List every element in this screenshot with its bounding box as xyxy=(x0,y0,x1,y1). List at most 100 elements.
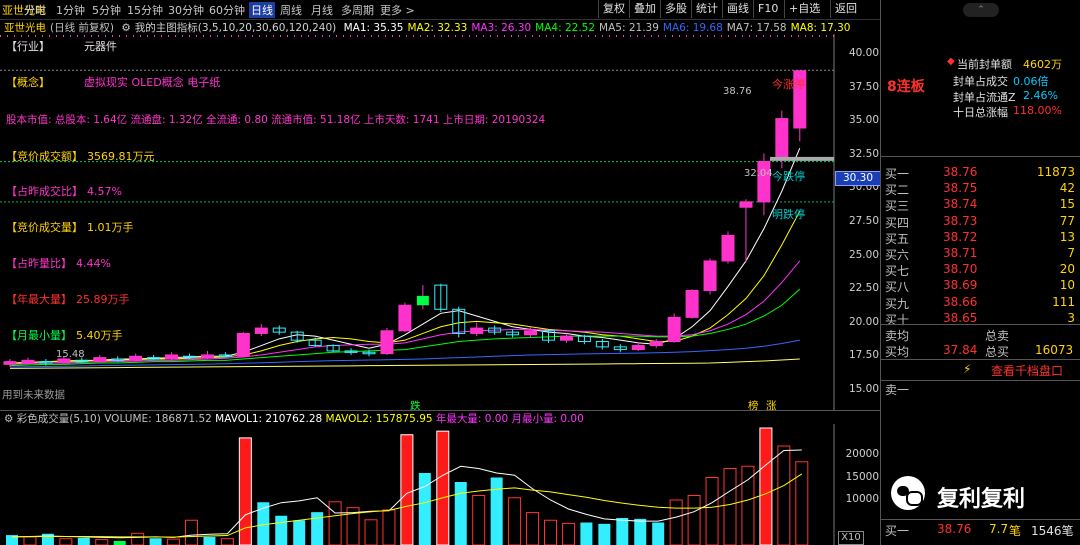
tab-weekly[interactable]: 周线 xyxy=(280,2,302,18)
fuquan-button[interactable]: 复权 xyxy=(598,0,629,18)
bid-row[interactable]: 买六 38.71 7 xyxy=(881,245,1080,262)
ma-value-1: MA1: 35.35 xyxy=(343,22,404,34)
bid-row[interactable]: 买五 38.72 13 xyxy=(881,229,1080,246)
volume-tick: 20000 xyxy=(845,448,879,460)
limit-down-label: 今跌停 xyxy=(772,170,805,183)
volume-bar xyxy=(23,536,37,545)
sealed-amount-label: 当前封单额 xyxy=(957,58,1012,71)
draw-line-button[interactable]: 画线 xyxy=(722,0,753,18)
volume-bar xyxy=(203,536,216,545)
bid-row[interactable]: 买三 38.74 15 xyxy=(881,196,1080,213)
add-watchlist-button[interactable]: +自选 xyxy=(784,0,824,18)
bid-price: 38.65 xyxy=(943,310,978,325)
candle-body xyxy=(398,304,412,332)
volume-bar xyxy=(185,519,198,545)
candle xyxy=(21,357,35,365)
bid-qty: 13 xyxy=(1059,229,1075,244)
volume-bar xyxy=(454,482,467,545)
bid-row[interactable]: 买九 38.66 111 xyxy=(881,294,1080,311)
limit-down-price: 32.04 xyxy=(744,168,773,179)
sell-avg-label: 卖均 xyxy=(885,329,910,343)
candle-body xyxy=(93,357,107,363)
volume-bar xyxy=(741,465,755,545)
volume-bar xyxy=(293,520,306,545)
candle xyxy=(254,324,268,337)
tab-1min[interactable]: 1分钟 xyxy=(56,2,85,18)
sealed-float-value: 2.46% xyxy=(1023,89,1058,102)
bid-row[interactable]: 买四 38.73 77 xyxy=(881,213,1080,230)
bid-price: 38.69 xyxy=(943,278,978,293)
collapse-button[interactable]: ⌃ xyxy=(963,3,999,17)
sealed-float-label: 封单占流通Z xyxy=(953,91,1016,104)
view-ten-depth-row[interactable]: ⚡ 查看千档盘口 xyxy=(881,359,1080,381)
sealed-deal-value: 0.06倍 xyxy=(1013,75,1049,88)
volume-bar xyxy=(544,519,557,545)
candle xyxy=(577,334,591,345)
ma-value-3: MA3: 26.30 xyxy=(471,22,532,34)
f10-button[interactable]: F10 xyxy=(753,0,782,18)
candle-body xyxy=(524,330,538,336)
stats-button[interactable]: 统计 xyxy=(691,0,722,18)
volume-bar xyxy=(328,501,342,545)
bid-row[interactable]: 买一 38.76 11873 xyxy=(881,164,1080,181)
tab-60min[interactable]: 60分钟 xyxy=(209,2,245,18)
candle xyxy=(559,333,573,343)
candle xyxy=(165,352,179,361)
settings-icon[interactable]: ⚙ xyxy=(121,22,130,34)
indicator-title[interactable]: 我的主图指标(3,5,10,20,30,60,120,240) xyxy=(135,22,336,34)
volume-bar xyxy=(508,497,522,545)
capital-line: 股本市值: 总股本: 1.64亿 流通盘: 1.32亿 全流通: 0.80 流通… xyxy=(6,114,546,126)
industry-row: 【行业】 元器件 xyxy=(6,38,117,54)
year-max-value: 25.89万手 xyxy=(76,293,130,306)
peak-price-label: 38.76 xyxy=(723,86,752,97)
ma-value-7: MA7: 17.58 xyxy=(726,22,787,34)
tab-more[interactable]: 更多 > xyxy=(380,2,415,18)
volume-chart[interactable] xyxy=(0,424,880,545)
tab-30min[interactable]: 30分钟 xyxy=(168,2,204,18)
tab-multi-period[interactable]: 多周期 xyxy=(341,2,374,18)
multi-stock-button[interactable]: 多股 xyxy=(660,0,691,18)
ma-value-5: MA5: 21.39 xyxy=(599,22,659,34)
low-price-label: 15.48 xyxy=(56,349,85,360)
candle xyxy=(200,350,214,359)
price-tick: 15.00 xyxy=(848,382,879,395)
volume-bar xyxy=(472,495,486,545)
volume-bar xyxy=(436,430,450,545)
order-book-bids: 买一 38.76 11873 买二 38.75 42 买三 38.74 15 买四 38.73 77 买… xyxy=(881,164,1080,334)
back-button[interactable]: 返回 xyxy=(830,0,861,18)
overlay-button[interactable]: 叠加 xyxy=(629,0,660,18)
bullet-icon: ◆ xyxy=(947,56,955,67)
price-axis: 40.00 37.50 35.00 32.50 30.00 27.50 25.00 22.50… xyxy=(835,34,879,410)
bid-qty: 7 xyxy=(1067,246,1075,260)
auction-volume-value: 1.01万手 xyxy=(87,221,134,234)
tab-daily[interactable]: 日线 xyxy=(249,2,275,18)
bid-qty: 3 xyxy=(1067,310,1075,325)
tab-15min[interactable]: 15分钟 xyxy=(127,2,163,18)
bid-price: 38.70 xyxy=(943,262,978,277)
bid-row[interactable]: 买八 38.69 10 xyxy=(881,277,1080,294)
total-buy-label: 总买 xyxy=(985,345,1010,359)
period-tabs: 分时 1分钟 5分钟 15分钟 30分钟 60分钟 日线 周线 月线 多周期 更… xyxy=(0,0,880,19)
volume-bar xyxy=(59,538,73,545)
bid-row[interactable]: 买二 38.75 42 xyxy=(881,180,1080,197)
volume-bar xyxy=(77,537,90,545)
price-tick: 32.50 xyxy=(848,147,879,160)
volume-bar xyxy=(687,495,701,545)
tab-5min[interactable]: 5分钟 xyxy=(92,2,121,18)
volume-bar xyxy=(220,538,234,545)
board-count: 8连板 xyxy=(887,79,925,95)
future-data-note: 用到未来数据 xyxy=(2,389,65,401)
price-tick: 40.00 xyxy=(848,47,879,60)
tab-fenshi[interactable]: 分时 xyxy=(24,2,46,18)
candle-body xyxy=(649,341,663,347)
price-tick: 35.00 xyxy=(848,114,879,127)
bid-row[interactable]: 买七 38.70 20 xyxy=(881,261,1080,278)
candle-body xyxy=(21,359,35,364)
concept-label: 【概念】 xyxy=(6,76,50,89)
volume-bar xyxy=(113,540,126,545)
indicator-line: 亚世光电 (日线 前复权) ⚙ 我的主图指标(3,5,10,20,30,60,120… xyxy=(0,20,880,34)
tab-monthly[interactable]: 月线 xyxy=(311,2,333,18)
view-ten-depth-link[interactable]: 查看千档盘口 xyxy=(991,362,1063,379)
bid-price: 38.73 xyxy=(943,213,978,228)
ten-day-value: 118.00% xyxy=(1013,104,1062,117)
